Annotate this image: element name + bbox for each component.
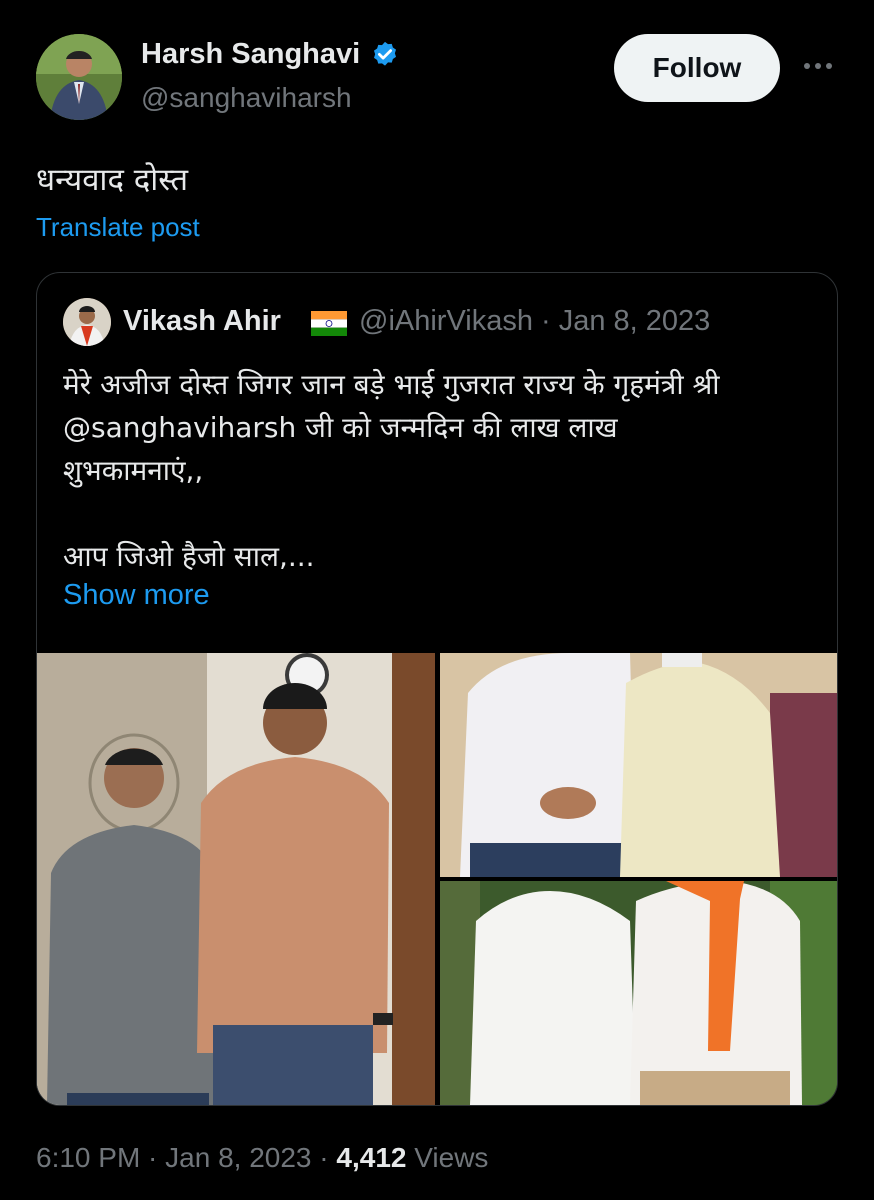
- india-flag-icon: [311, 311, 347, 336]
- photo-two-men-outdoor[interactable]: [440, 881, 837, 1105]
- post-meta: 6:10 PM · Jan 8, 2023 · 4,412 Views: [36, 1142, 488, 1174]
- show-more-link[interactable]: Show more: [63, 579, 210, 612]
- views-label: Views: [406, 1142, 489, 1173]
- quote-handle-date[interactable]: @iAhirVikash · Jan 8, 2023: [359, 305, 710, 338]
- dot: [804, 63, 810, 69]
- author-avatar[interactable]: [36, 34, 122, 120]
- author-name-row[interactable]: Harsh Sanghavi: [141, 38, 400, 71]
- verified-badge-icon: [374, 41, 397, 66]
- avatar-image: [36, 34, 122, 120]
- media-grid: [37, 653, 837, 1105]
- quote-author-avatar[interactable]: [63, 298, 111, 346]
- photo-1-image: [37, 653, 435, 1105]
- photo-2-image: [440, 653, 837, 877]
- author-name[interactable]: Harsh Sanghavi: [141, 38, 360, 71]
- quote-avatar-image: [63, 298, 111, 346]
- post-time-date[interactable]: 6:10 PM · Jan 8, 2023 ·: [36, 1142, 336, 1173]
- photo-handshake[interactable]: [440, 653, 837, 877]
- views-count: 4,412: [336, 1142, 407, 1173]
- more-options-icon[interactable]: [800, 54, 836, 78]
- photo-3-image: [440, 881, 837, 1105]
- quote-author-name[interactable]: Vikash Ahir: [123, 305, 281, 338]
- follow-button[interactable]: Follow: [614, 34, 780, 102]
- dot: [815, 63, 821, 69]
- quote-body-text: मेरे अजीज दोस्त जिगर जान बड़े भाई गुजरात…: [63, 368, 720, 573]
- quoted-post[interactable]: Vikash Ahir @iAhirVikash · Jan 8, 2023 म…: [36, 272, 838, 1106]
- post-text: धन्यवाद दोस्त: [36, 162, 188, 198]
- author-handle[interactable]: @sanghaviharsh: [141, 82, 352, 114]
- translate-post-link[interactable]: Translate post: [36, 212, 200, 243]
- photo-two-men-indoor[interactable]: [37, 653, 435, 1105]
- dot: [826, 63, 832, 69]
